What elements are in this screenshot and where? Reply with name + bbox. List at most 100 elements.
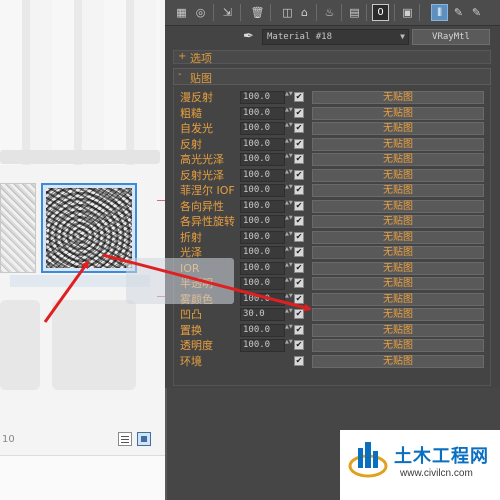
go-to-parent-icon[interactable]: ✎	[450, 4, 467, 21]
map-enable-checkbox[interactable]: ✔	[294, 247, 304, 257]
material-id-icon[interactable]: ♨	[321, 4, 338, 21]
pick-material-icon[interactable]: ▦	[173, 4, 190, 21]
map-enable-checkbox[interactable]: ✔	[294, 154, 304, 164]
spinner-arrows-icon[interactable]: ▲▼	[285, 216, 293, 227]
dropdown-arrow-icon[interactable]: ▼	[400, 30, 405, 44]
map-enable-checkbox[interactable]: ✔	[294, 355, 304, 366]
maps-panel: 漫反射 100.0 ▲▼ ✔ 无贴图 粗糙 100.0 ▲▼ ✔ 无贴图 自发光 100.0 ▲▼ ✔ 无贴…	[173, 86, 491, 386]
map-enable-checkbox[interactable]: ✔	[294, 200, 304, 211]
map-slot-button[interactable]: 无贴图	[312, 354, 484, 368]
rollout-options[interactable]: + 选项	[173, 50, 491, 65]
map-slot-button[interactable]: 无贴图	[312, 261, 484, 275]
map-slot-button[interactable]: 无贴图	[312, 215, 484, 228]
map-amount-spinner[interactable]: 100.0	[240, 230, 285, 244]
map-label: 高光光泽	[180, 153, 224, 166]
map-amount-spinner[interactable]: 100.0	[240, 277, 285, 290]
spinner-arrows-icon[interactable]: ▲▼	[285, 293, 293, 305]
material-name-field[interactable]: Material #18 ▼	[262, 29, 409, 45]
map-slot-button[interactable]: 无贴图	[312, 246, 484, 259]
map-row: 高光光泽 100.0 ▲▼ ✔ 无贴图	[174, 152, 492, 168]
map-amount-spinner[interactable]: 100.0	[240, 122, 285, 135]
map-amount-spinner[interactable]: 100.0	[240, 137, 285, 151]
map-slot-button[interactable]: 无贴图	[312, 323, 484, 337]
map-slot-button[interactable]: 无贴图	[312, 308, 484, 321]
spinner-arrows-icon[interactable]: ▲▼	[285, 262, 293, 274]
map-enable-checkbox[interactable]: ✔	[294, 169, 304, 180]
map-amount-spinner[interactable]: 30.0	[240, 308, 285, 321]
map-enable-checkbox[interactable]: ✔	[294, 231, 304, 242]
map-amount-spinner[interactable]: 100.0	[240, 261, 285, 275]
save-icon[interactable]: ▤	[346, 4, 363, 21]
spinner-arrows-icon[interactable]: ▲▼	[285, 92, 293, 103]
material-effects-icon[interactable]: ◎	[192, 4, 209, 21]
map-enable-checkbox[interactable]: ✔	[294, 262, 304, 273]
map-amount-spinner[interactable]: 100.0	[240, 292, 285, 306]
spinner-arrows-icon[interactable]: ▲▼	[285, 231, 293, 243]
spinner-arrows-icon[interactable]: ▲▼	[285, 247, 293, 258]
map-slot-button[interactable]: 无贴图	[312, 168, 484, 182]
map-amount-spinner[interactable]: 100.0	[240, 106, 285, 120]
map-slot-button[interactable]: 无贴图	[312, 137, 484, 151]
map-enable-checkbox[interactable]: ✔	[294, 92, 304, 102]
spinner-arrows-icon[interactable]: ▲▼	[285, 340, 293, 351]
spinner-arrows-icon[interactable]: ▲▼	[285, 324, 293, 336]
material-type-button[interactable]: VRayMtl	[412, 29, 490, 45]
get-material-icon[interactable]: ◫	[279, 4, 296, 21]
spinner-arrows-icon[interactable]: ▲▼	[285, 309, 293, 320]
spinner-arrows-icon[interactable]: ▲▼	[285, 278, 293, 289]
put-to-scene-icon[interactable]: ⇲	[219, 4, 236, 21]
map-slot-button[interactable]: 无贴图	[312, 277, 484, 290]
show-end-result-icon[interactable]: ⫴	[431, 4, 448, 21]
texture-thumbnail-partial[interactable]	[0, 183, 36, 273]
spinner-arrows-icon[interactable]: ▲▼	[285, 200, 293, 212]
map-amount-spinner[interactable]: 100.0	[240, 91, 285, 104]
delete-icon[interactable]: 🗑	[249, 4, 266, 21]
map-amount-spinner[interactable]: 100.0	[240, 323, 285, 337]
map-enable-checkbox[interactable]: ✔	[294, 123, 304, 133]
make-unique-icon[interactable]: ⌂	[296, 4, 313, 21]
spinner-arrows-icon[interactable]: ▲▼	[285, 185, 293, 196]
map-slot-button[interactable]: 无贴图	[312, 184, 484, 197]
texture-thumbnail-selected[interactable]	[41, 183, 137, 273]
map-enable-checkbox[interactable]: ✔	[294, 185, 304, 195]
map-slot-button[interactable]: 无贴图	[312, 91, 484, 104]
blurred-thumbnail[interactable]	[52, 300, 136, 390]
map-amount-spinner[interactable]: 100.0	[240, 184, 285, 197]
map-amount-spinner[interactable]: 100.0	[240, 168, 285, 182]
map-label: 凹凸	[180, 308, 202, 321]
blurred-thumbnail[interactable]	[0, 300, 40, 390]
list-view-icon[interactable]	[118, 432, 132, 446]
map-enable-checkbox[interactable]: ✔	[294, 216, 304, 226]
map-enable-checkbox[interactable]: ✔	[294, 278, 304, 288]
map-enable-checkbox[interactable]: ✔	[294, 340, 304, 350]
go-forward-icon[interactable]: ✎	[468, 4, 485, 21]
thumbnail-view-icon[interactable]	[137, 432, 151, 446]
map-enable-checkbox[interactable]: ✔	[294, 293, 304, 304]
spinner-arrows-icon[interactable]: ▲▼	[285, 123, 293, 134]
spinner-arrows-icon[interactable]: ▲▼	[285, 138, 293, 150]
map-amount-spinner[interactable]: 100.0	[240, 215, 285, 228]
spinner-arrows-icon[interactable]: ▲▼	[285, 154, 293, 165]
spinner-arrows-icon[interactable]: ▲▼	[285, 107, 293, 119]
spinner-arrows-icon[interactable]: ▲▼	[285, 169, 293, 181]
map-enable-checkbox[interactable]: ✔	[294, 138, 304, 149]
map-enable-checkbox[interactable]: ✔	[294, 107, 304, 118]
map-slot-button[interactable]: 无贴图	[312, 153, 484, 166]
map-enable-checkbox[interactable]: ✔	[294, 309, 304, 319]
map-amount-spinner[interactable]: 100.0	[240, 199, 285, 213]
map-amount-spinner[interactable]: 100.0	[240, 153, 285, 166]
channel-zero-icon[interactable]: 0	[372, 4, 389, 21]
map-slot-button[interactable]: 无贴图	[312, 199, 484, 213]
map-amount-spinner[interactable]: 100.0	[240, 339, 285, 352]
map-slot-button[interactable]: 无贴图	[312, 122, 484, 135]
map-slot-button[interactable]: 无贴图	[312, 339, 484, 352]
rollout-maps[interactable]: - 贴图	[173, 68, 491, 85]
rollout-title: 选项	[190, 52, 212, 65]
map-amount-spinner[interactable]: 100.0	[240, 246, 285, 259]
map-slot-button[interactable]: 无贴图	[312, 230, 484, 244]
map-enable-checkbox[interactable]: ✔	[294, 324, 304, 335]
map-slot-button[interactable]: 无贴图	[312, 106, 484, 120]
show-map-icon[interactable]: ▣	[399, 4, 416, 21]
map-slot-button[interactable]: 无贴图	[312, 292, 484, 306]
eyedropper-icon[interactable]: ✒	[243, 29, 254, 44]
